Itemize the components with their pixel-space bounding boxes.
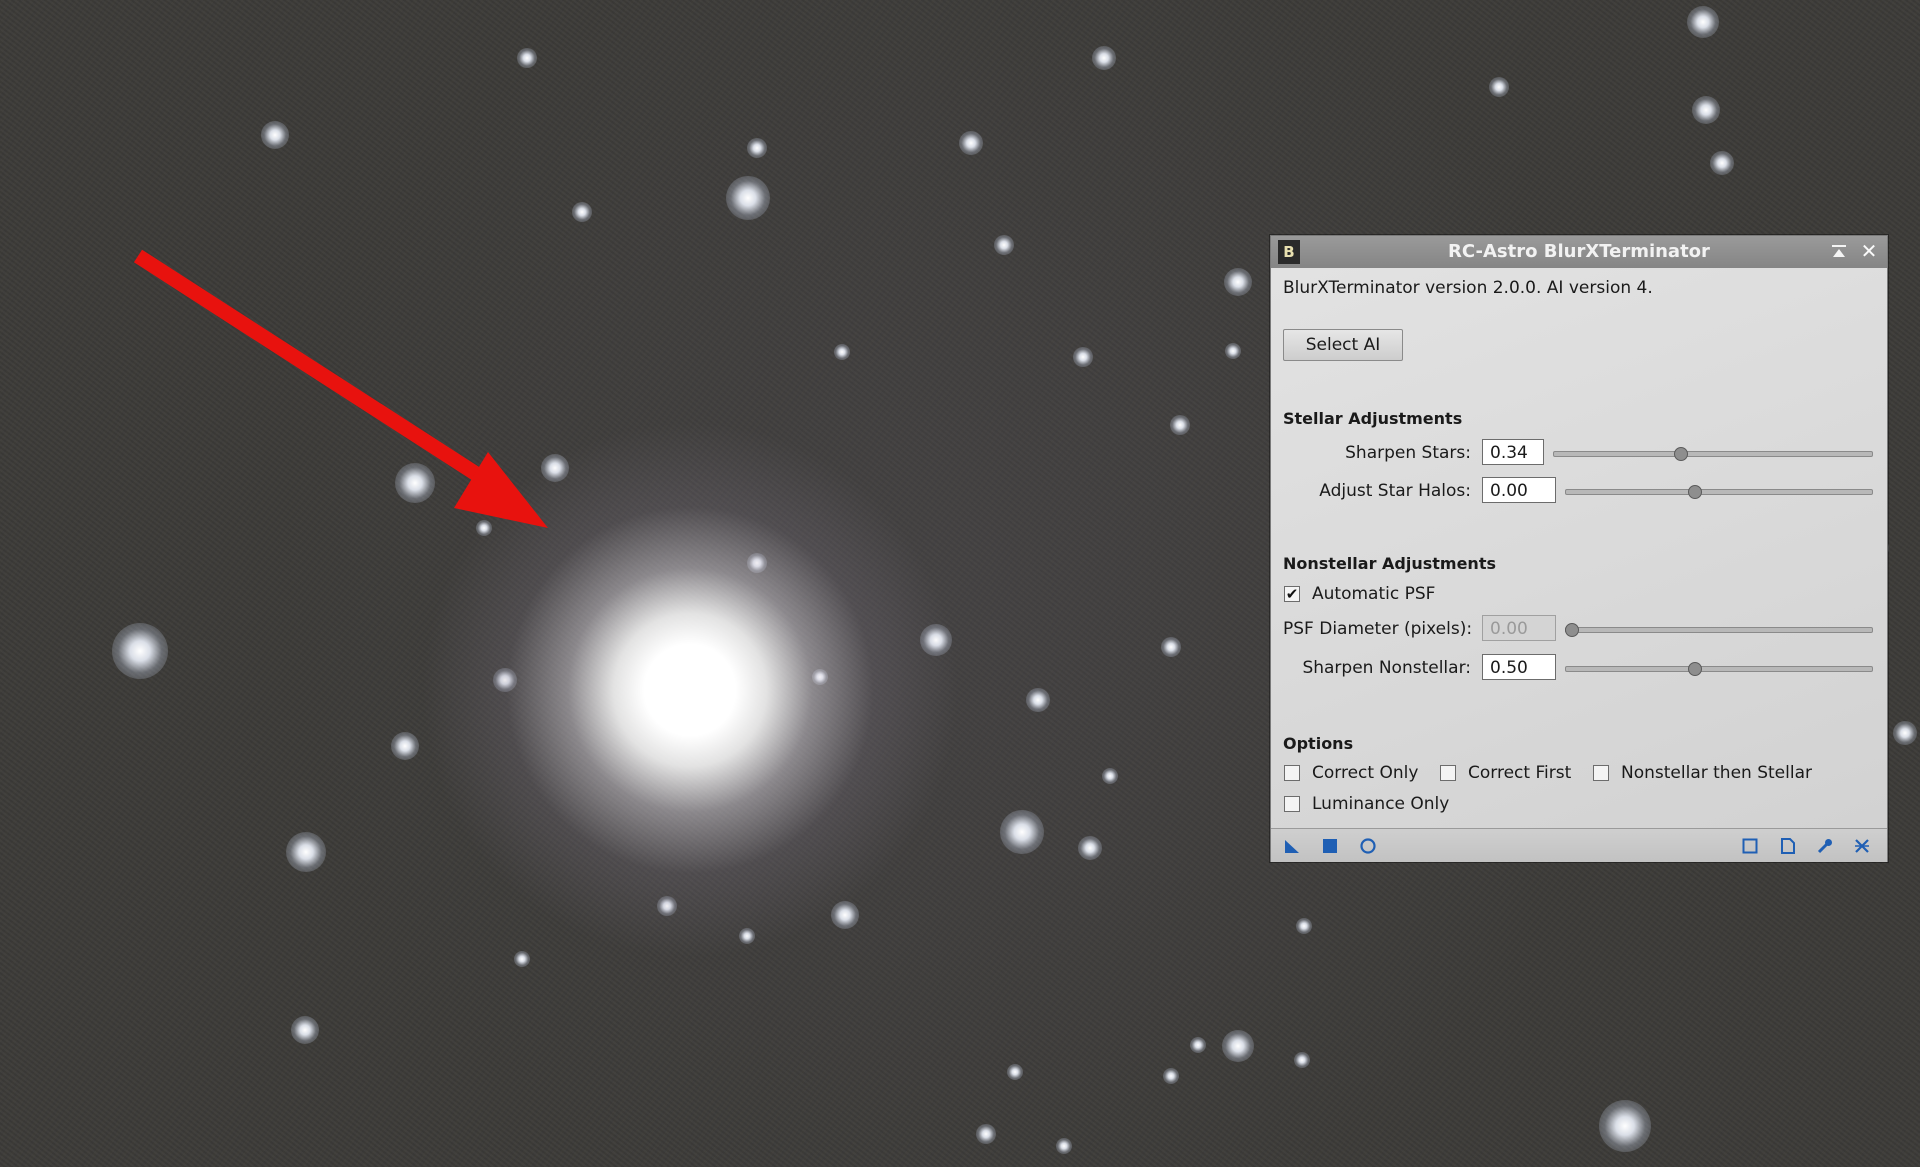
psf-diameter-label: PSF Diameter (pixels): xyxy=(1283,619,1473,639)
adjust-halos-label: Adjust Star Halos: xyxy=(1319,481,1471,501)
dialog-content: BlurXTerminator version 2.0.0. AI versio… xyxy=(1271,268,1887,828)
adjust-halos-field[interactable]: 0.00 xyxy=(1482,477,1556,503)
psf-diameter-field: 0.00 xyxy=(1482,615,1556,641)
sharpen-nonstellar-label: Sharpen Nonstellar: xyxy=(1302,658,1471,678)
process-toolbar xyxy=(1271,828,1887,862)
psf-diameter-slider-knob xyxy=(1565,623,1580,637)
nonstellar-then-stellar-label: Nonstellar then Stellar xyxy=(1621,763,1812,783)
sharpen-stars-label: Sharpen Stars: xyxy=(1345,443,1471,463)
window-title: RC-Astro BlurXTerminator xyxy=(1448,241,1710,262)
new-instance-icon[interactable] xyxy=(1283,837,1301,855)
psf-diameter-slider xyxy=(1565,623,1873,637)
correct-only-checkbox[interactable] xyxy=(1284,765,1300,781)
apply-icon[interactable] xyxy=(1321,837,1339,855)
documentation-icon[interactable] xyxy=(1779,837,1797,855)
stellar-heading: Stellar Adjustments xyxy=(1283,409,1463,428)
blurxterminator-dialog: B RC-Astro BlurXTerminator ✕ BlurXTermin… xyxy=(1270,235,1888,862)
sharpen-stars-field[interactable]: 0.34 xyxy=(1482,439,1544,465)
automatic-psf-label: Automatic PSF xyxy=(1312,584,1436,604)
nonstellar-heading: Nonstellar Adjustments xyxy=(1283,554,1496,573)
close-icon[interactable]: ✕ xyxy=(1859,241,1879,261)
version-text: BlurXTerminator version 2.0.0. AI versio… xyxy=(1283,278,1653,298)
settings-icon[interactable] xyxy=(1816,837,1834,855)
title-bar[interactable]: B RC-Astro BlurXTerminator ✕ xyxy=(1271,236,1887,268)
preview-icon[interactable] xyxy=(1741,837,1759,855)
adjust-halos-slider-knob[interactable] xyxy=(1687,485,1702,499)
nonstellar-then-stellar-checkbox[interactable] xyxy=(1593,765,1609,781)
correct-only-label: Correct Only xyxy=(1312,763,1419,783)
sharpen-nonstellar-field[interactable]: 0.50 xyxy=(1482,654,1556,680)
sharpen-stars-slider[interactable] xyxy=(1553,447,1873,461)
reset-icon[interactable] xyxy=(1853,837,1871,855)
sharpen-nonstellar-slider-knob[interactable] xyxy=(1687,662,1702,676)
apply-global-icon[interactable] xyxy=(1359,837,1377,855)
sharpen-nonstellar-slider[interactable] xyxy=(1565,662,1873,676)
select-ai-button[interactable]: Select AI xyxy=(1283,329,1403,361)
shade-icon[interactable] xyxy=(1829,242,1849,262)
sharpen-stars-slider-knob[interactable] xyxy=(1674,447,1689,461)
automatic-psf-checkbox[interactable]: ✔ xyxy=(1284,586,1300,602)
correct-first-checkbox[interactable] xyxy=(1440,765,1456,781)
correct-first-label: Correct First xyxy=(1468,763,1572,783)
arrow-shaft xyxy=(133,249,503,495)
luminance-only-label: Luminance Only xyxy=(1312,794,1450,814)
luminance-only-checkbox[interactable] xyxy=(1284,796,1300,812)
adjust-halos-slider[interactable] xyxy=(1565,485,1873,499)
options-heading: Options xyxy=(1283,734,1354,753)
